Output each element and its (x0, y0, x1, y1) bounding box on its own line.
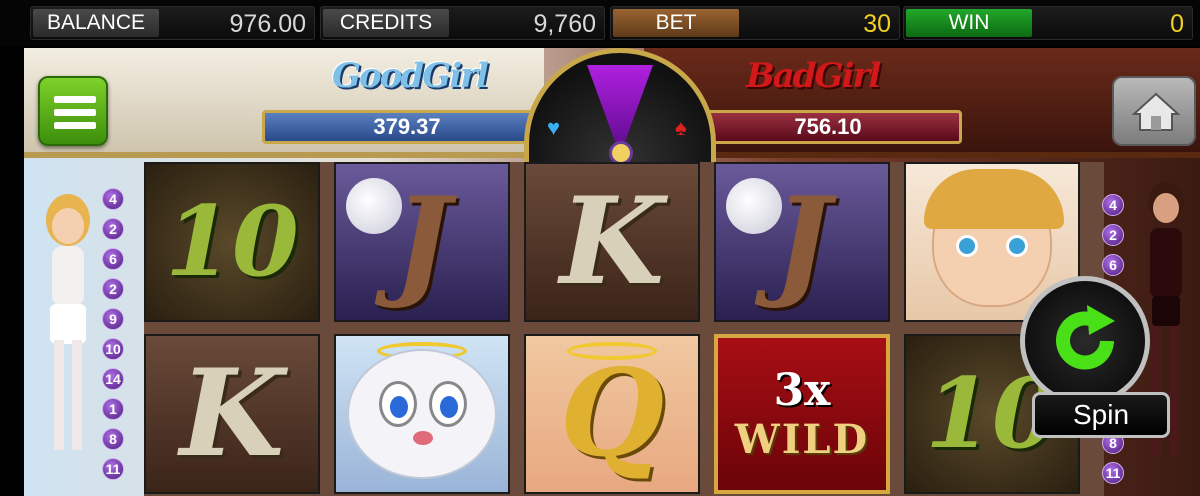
menu-button[interactable] (38, 76, 108, 146)
reel-grid: 10 J K J K Q 3x WILD 10 (144, 162, 1104, 496)
reel-symbol-wild: 3x WILD (714, 334, 890, 494)
payline-marker[interactable]: 6 (102, 248, 124, 270)
reel-symbol-j: J (714, 162, 890, 322)
wild-multiplier: 3x (773, 365, 831, 416)
eye (1006, 235, 1028, 257)
eye (956, 235, 978, 257)
symbol-letter: J (773, 171, 831, 312)
payline-marker[interactable]: 10 (102, 338, 124, 360)
home-icon (1132, 92, 1180, 131)
good-girl-meter: 379.37 (262, 110, 552, 144)
good-girl-title: GoodGirl (332, 56, 489, 96)
payline-marker[interactable]: 8 (102, 428, 124, 450)
cat-face (347, 349, 497, 479)
payline-marker[interactable]: 11 (1102, 462, 1124, 484)
hamburger-icon (54, 96, 96, 103)
balance-label: BALANCE (33, 9, 159, 37)
bet-display[interactable]: BET 30 (610, 6, 900, 40)
win-value: 0 (1170, 10, 1184, 38)
win-display: WIN 0 (903, 6, 1193, 40)
symbol-letter: Q (559, 343, 665, 484)
balance-value: 976.00 (229, 10, 306, 38)
reel-symbol-angel-cat (334, 334, 510, 494)
spin-label[interactable]: Spin (1032, 392, 1170, 438)
symbol-letter: K (179, 343, 285, 484)
payline-marker[interactable]: 4 (102, 188, 124, 210)
credits-value: 9,760 (533, 10, 596, 38)
moon-icon (346, 178, 402, 234)
halo-icon (567, 342, 657, 360)
hamburger-icon (54, 109, 96, 116)
win-label: WIN (906, 9, 1032, 37)
credits-label: CREDITS (323, 9, 449, 37)
hamburger-icon (54, 122, 96, 129)
credits-display: CREDITS 9,760 (320, 6, 605, 40)
payline-marker[interactable]: 2 (102, 218, 124, 240)
payline-marker[interactable]: 1 (102, 398, 124, 420)
halo-heart-icon: ♥ (547, 115, 561, 140)
reel-symbol-k: K (144, 334, 320, 494)
reel-symbol-ten: 10 (144, 162, 320, 322)
devil-spade-icon: ♠ (675, 115, 687, 140)
cat-nose (413, 431, 433, 445)
payline-marker[interactable]: 6 (1102, 254, 1124, 276)
cat-eye (379, 381, 417, 427)
hair (924, 169, 1064, 229)
cat-eye (429, 381, 467, 427)
angel-girl-face (924, 169, 1064, 307)
angel-character (46, 194, 90, 450)
moon-icon (726, 178, 782, 234)
payline-marker[interactable]: 2 (1102, 224, 1124, 246)
payline-marker[interactable]: 11 (102, 458, 124, 480)
bad-girl-meter: 756.10 (694, 110, 962, 144)
bet-value: 30 (863, 10, 891, 38)
reel-symbol-q: Q (524, 334, 700, 494)
home-button[interactable] (1112, 76, 1196, 146)
reel-symbol-k: K (524, 162, 700, 322)
spin-button[interactable] (1020, 276, 1150, 406)
wild-text: WILD (734, 416, 870, 463)
bet-label[interactable]: BET (613, 9, 739, 37)
balance-display: BALANCE 976.00 (30, 6, 315, 40)
payline-marker[interactable]: 9 (102, 308, 124, 330)
payline-marker[interactable]: 4 (1102, 194, 1124, 216)
reel-symbol-j: J (334, 162, 510, 322)
refresh-arrow-icon (1056, 305, 1115, 370)
bad-girl-title: BadGirl (746, 56, 881, 96)
status-bar: BALANCE 976.00 CREDITS 9,760 BET 30 WIN … (0, 0, 1200, 46)
payline-marker[interactable]: 2 (102, 278, 124, 300)
symbol-letter: J (393, 171, 451, 312)
payline-marker[interactable]: 14 (102, 368, 124, 390)
game-area: GoodGirl BadGirl 379.37 756.10 ♥ ♠ 10 J … (24, 48, 1200, 496)
symbol-letter: K (559, 171, 665, 312)
symbol-letter: 10 (165, 185, 299, 298)
